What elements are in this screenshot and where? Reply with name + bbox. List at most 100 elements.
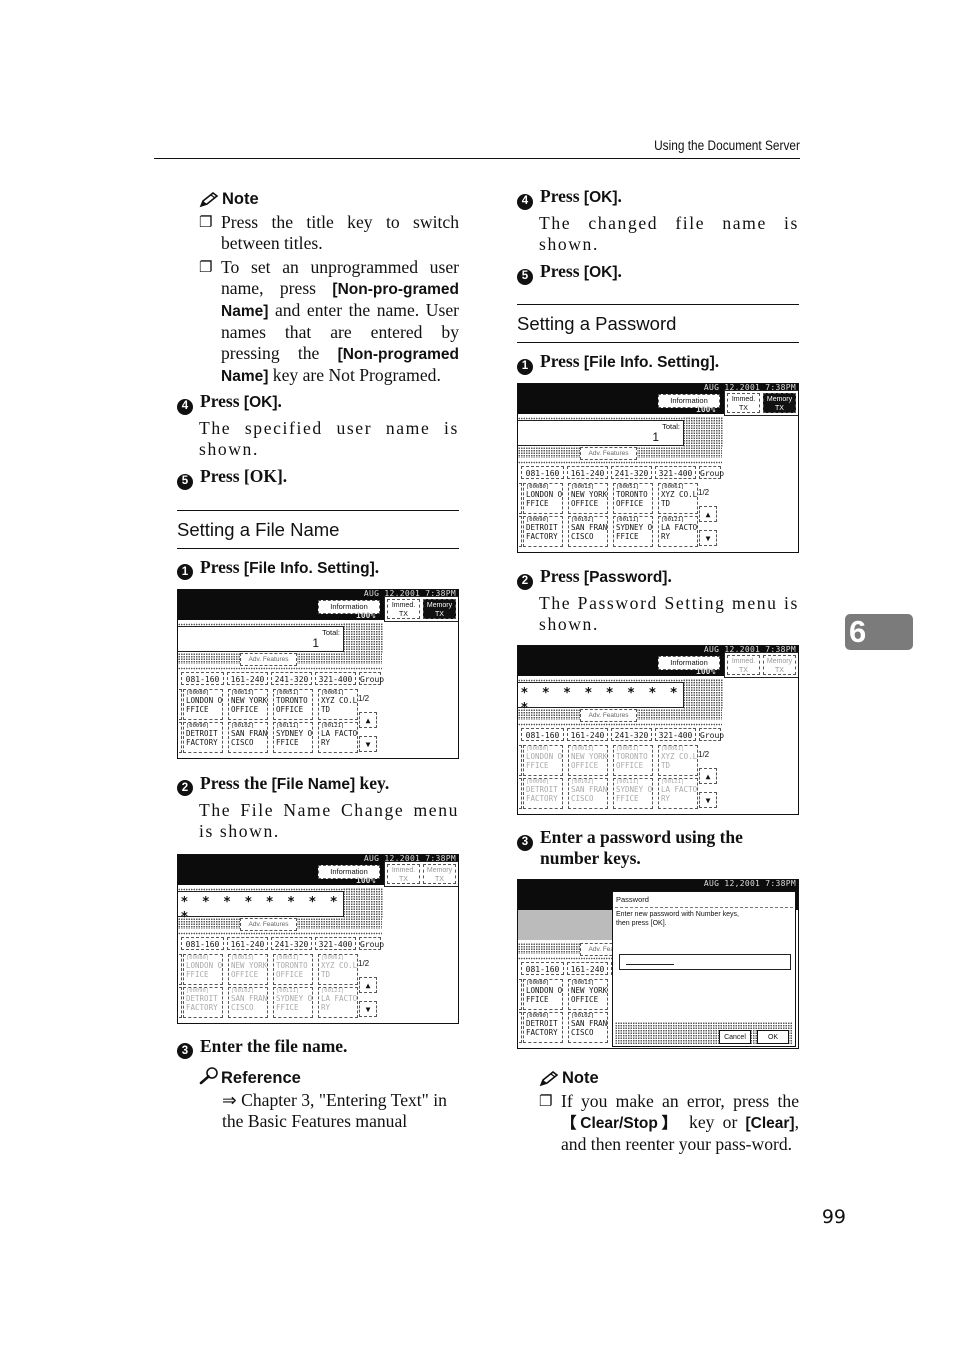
page-indicator: 1/2 — [698, 750, 710, 759]
destination-button-partial[interactable] — [518, 516, 522, 547]
destination-tab[interactable]: Group — [699, 466, 724, 479]
immed-tx-button[interactable]: Immed. TX — [727, 655, 760, 675]
note-heading: Note — [539, 1069, 799, 1088]
destination-button[interactable]: [00121]LA FACTORY — [318, 721, 358, 753]
destination-button[interactable]: [00080] LONDON O FFICE — [523, 745, 563, 776]
destination-button[interactable]: [00080] LONDON O FFICE — [523, 979, 563, 1010]
destination-button[interactable]: [00013] NEW YORK OFFICE — [568, 483, 608, 514]
destination-tab[interactable]: Group — [359, 671, 384, 685]
destination-tab[interactable]: 161-240 — [227, 936, 268, 950]
adv-features-button[interactable]: Adv. Features — [580, 447, 637, 460]
destination-button[interactable]: [00080] LONDON O FFICE — [523, 483, 563, 514]
destination-button[interactable]: [00013] NEW YORK OFFICE — [228, 688, 268, 720]
destination-tab[interactable]: 241-320 — [611, 466, 652, 479]
immed-tx-button[interactable]: Immed. TX — [727, 393, 760, 413]
scroll-down-button[interactable]: ▼ — [359, 735, 377, 752]
destination-button[interactable]: [00090] DETROIT FACTORY — [523, 516, 563, 547]
destination-tab[interactable]: 081-160 — [521, 962, 564, 975]
destination-button[interactable]: [00061]XYZ CO.LTD — [658, 745, 698, 776]
destination-button[interactable]: [00102] SAN FRAN CISCO — [568, 516, 608, 547]
destination-button[interactable]: [00013] NEW YORK OFFICE — [568, 979, 608, 1010]
destination-name-line: XYZ CO.L — [321, 960, 358, 970]
destination-button-partial[interactable] — [178, 688, 182, 720]
destination-button[interactable]: [00051]TORONTOOFFICE — [273, 953, 313, 985]
destination-tab[interactable]: Group — [359, 936, 384, 950]
memory-tx-button[interactable]: Memory TX — [423, 863, 456, 884]
step-number-4-icon: 4 — [177, 398, 193, 415]
destination-button[interactable]: [00013] NEW YORK OFFICE — [228, 953, 268, 985]
destination-tab[interactable]: 161-240 — [567, 466, 608, 479]
scroll-up-button[interactable]: ▲ — [699, 768, 717, 784]
destination-tab[interactable]: 321-400 — [315, 936, 356, 950]
destination-button-partial[interactable] — [518, 979, 522, 1010]
destination-button[interactable]: [00061]XYZ CO.LTD — [318, 953, 358, 985]
destination-button[interactable]: [00102] SAN FRAN CISCO — [228, 721, 268, 753]
destination-button[interactable]: [00111]SYDNEY OFFICE — [613, 516, 653, 547]
destination-button[interactable]: [00090] DETROIT FACTORY — [523, 778, 563, 809]
scroll-down-button[interactable]: ▼ — [699, 530, 717, 546]
destination-button[interactable]: [00111]SYDNEY OFFICE — [613, 778, 653, 809]
scroll-down-button[interactable]: ▼ — [699, 792, 717, 808]
destination-name-line: NEW YORK — [571, 490, 608, 499]
destination-button-partial[interactable] — [518, 1012, 522, 1043]
destination-button[interactable]: [00051]TORONTOOFFICE — [613, 745, 653, 776]
scroll-up-button[interactable]: ▲ — [699, 506, 717, 522]
destination-tab[interactable]: 241-320 — [271, 936, 312, 950]
step-text: Press — [200, 556, 244, 577]
memory-tx-button[interactable]: Memory TX — [763, 655, 796, 675]
destination-button-partial[interactable] — [178, 986, 182, 1018]
step-text: Press — [540, 566, 584, 586]
destination-button[interactable]: [00061]XYZ CO.LTD — [658, 483, 698, 514]
immed-tx-button[interactable]: Immed. TX — [387, 598, 420, 619]
step-text: . — [667, 566, 672, 586]
destination-tab[interactable]: Group — [699, 728, 724, 741]
destination-name-line: LONDON O — [186, 960, 223, 970]
destination-button[interactable]: [00080] LONDON O FFICE — [183, 953, 223, 985]
destination-button[interactable]: [00111]SYDNEY OFFICE — [273, 721, 313, 753]
destination-button[interactable]: [00121]LA FACTORY — [318, 986, 358, 1018]
destination-button[interactable]: [00121]LA FACTORY — [658, 778, 698, 809]
destination-tab[interactable]: 161-240 — [567, 728, 608, 741]
destination-button-partial[interactable] — [518, 778, 522, 809]
destination-button[interactable]: [00102] SAN FRAN CISCO — [228, 986, 268, 1018]
step-description: The File Name Change menu is shown. — [199, 799, 459, 841]
password-input[interactable] — [619, 954, 791, 970]
destination-tab[interactable]: 321-400 — [655, 466, 696, 479]
destination-name-line: CISCO — [571, 532, 594, 541]
destination-button-partial[interactable] — [518, 745, 522, 776]
immed-tx-button[interactable]: Immed. TX — [387, 863, 420, 884]
scroll-up-button[interactable]: ▲ — [359, 711, 377, 728]
adv-features-button[interactable]: Adv. Features — [240, 652, 297, 666]
destination-tab[interactable]: 161-240 — [227, 671, 268, 685]
destination-tab[interactable]: 321-400 — [315, 671, 356, 685]
destination-button[interactable]: [00090] DETROIT FACTORY — [523, 1012, 563, 1043]
memory-tx-button[interactable]: Memory TX — [763, 393, 796, 413]
destination-button[interactable]: [00013] NEW YORK OFFICE — [568, 745, 608, 776]
destination-tab[interactable]: 241-320 — [271, 671, 312, 685]
destination-tab[interactable]: 081-160 — [181, 671, 224, 685]
destination-tab[interactable]: 081-160 — [521, 466, 564, 479]
destination-button[interactable]: [00051]TORONTOOFFICE — [613, 483, 653, 514]
memory-tx-button[interactable]: Memory TX — [423, 598, 456, 619]
destination-button[interactable]: [00102] SAN FRAN CISCO — [568, 1012, 608, 1043]
destination-tab[interactable]: 321-400 — [655, 728, 696, 741]
destination-button[interactable]: [00090] DETROIT FACTORY — [183, 986, 223, 1018]
scroll-up-button[interactable]: ▲ — [359, 976, 377, 993]
destination-button[interactable]: [00121]LA FACTORY — [658, 516, 698, 547]
destination-button-partial[interactable] — [178, 721, 182, 753]
destination-tab[interactable]: 081-160 — [181, 936, 224, 950]
ok-button[interactable]: OK — [757, 1030, 789, 1044]
destination-button[interactable]: [00051]TORONTOOFFICE — [273, 688, 313, 720]
destination-button[interactable]: [00111]SYDNEY OFFICE — [273, 986, 313, 1018]
destination-button[interactable]: [00102] SAN FRAN CISCO — [568, 778, 608, 809]
scroll-down-button[interactable]: ▼ — [359, 1000, 377, 1017]
cancel-button[interactable]: Cancel — [719, 1030, 751, 1044]
destination-button-partial[interactable] — [518, 483, 522, 514]
destination-tab[interactable]: 241-320 — [611, 728, 652, 741]
destination-tab[interactable]: 081-160 — [521, 728, 564, 741]
destination-tab[interactable]: 161-240 — [567, 962, 608, 975]
destination-button[interactable]: [00061]XYZ CO.LTD — [318, 688, 358, 720]
destination-button[interactable]: [00080] LONDON O FFICE — [183, 688, 223, 720]
destination-button[interactable]: [00090] DETROIT FACTORY — [183, 721, 223, 753]
destination-button-partial[interactable] — [178, 953, 182, 985]
